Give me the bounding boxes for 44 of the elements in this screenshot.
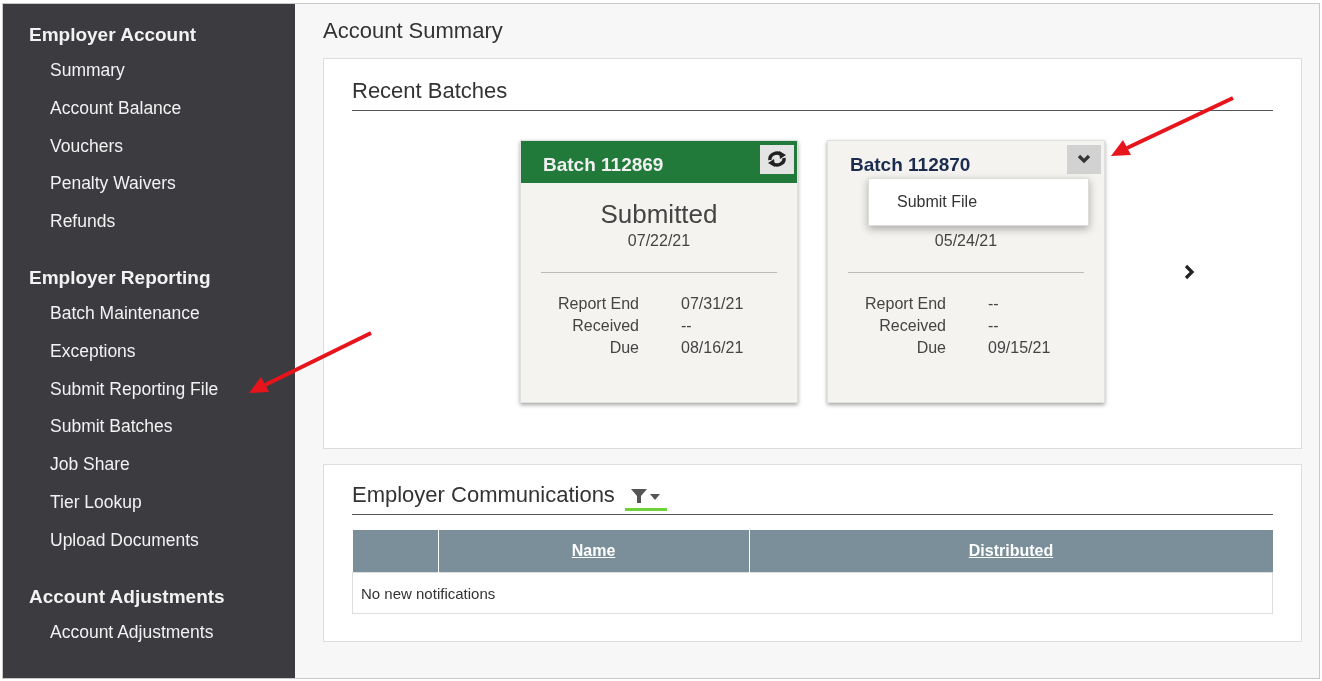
field-label: Report End [865,295,946,313]
field-value: 08/16/21 [681,339,744,357]
field-value: -- [681,317,692,335]
field-label: Received [572,317,639,335]
batch-date: 07/22/21 [627,232,691,249]
empty-message: No new notifications [361,584,496,602]
panel-title: Employer Communications [352,482,615,508]
sidebar-link[interactable]: Refunds [50,211,116,232]
batch-title: Batch 112870 [850,153,971,176]
batch-date: 05/24/21 [934,232,998,249]
field-label: Received [879,317,946,335]
field-label: Due [609,339,639,357]
batch-status: Submitted [600,199,718,229]
sidebar-link[interactable]: Account Balance [50,97,182,118]
refresh-button[interactable] [760,144,794,174]
field-value: -- [988,295,999,313]
field-value: 07/31/21 [681,295,744,313]
sidebar-link[interactable]: Tier Lookup [50,491,142,512]
batch-title: Batch 112869 [543,153,664,176]
sidebar-link[interactable]: Account Adjustments [50,621,214,642]
sidebar-link[interactable]: Submit Batches [50,416,173,437]
sidebar-link[interactable]: Exceptions [50,340,136,361]
menu-item[interactable]: Submit File [869,179,1088,225]
field-label: Report End [558,295,639,313]
sidebar-heading: Employer Reporting [29,267,211,288]
sidebar-link[interactable]: Vouchers [50,135,123,156]
chevron-right-icon [1183,264,1195,280]
page-title: Account Summary [323,18,503,43]
panel-title: Recent Batches [352,78,508,104]
field-label: Due [916,339,946,357]
field-value: 09/15/21 [988,339,1051,357]
field-value: -- [988,317,999,335]
sidebar-link[interactable]: Upload Documents [50,529,199,550]
sidebar-link[interactable]: Job Share [50,454,130,475]
sidebar-heading: Employer Account [29,24,197,45]
sidebar-heading: Account Adjustments [29,585,225,607]
sidebar-link[interactable]: Submit Reporting File [50,378,219,399]
filter-icon [630,487,661,504]
refresh-icon [766,151,788,167]
chevron-down-icon [1077,154,1091,164]
sidebar-link[interactable]: Batch Maintenance [50,303,200,323]
sidebar-link[interactable]: Penalty Waivers [50,173,176,194]
sidebar-link[interactable]: Summary [50,60,125,80]
dropdown-button[interactable] [1067,144,1101,174]
